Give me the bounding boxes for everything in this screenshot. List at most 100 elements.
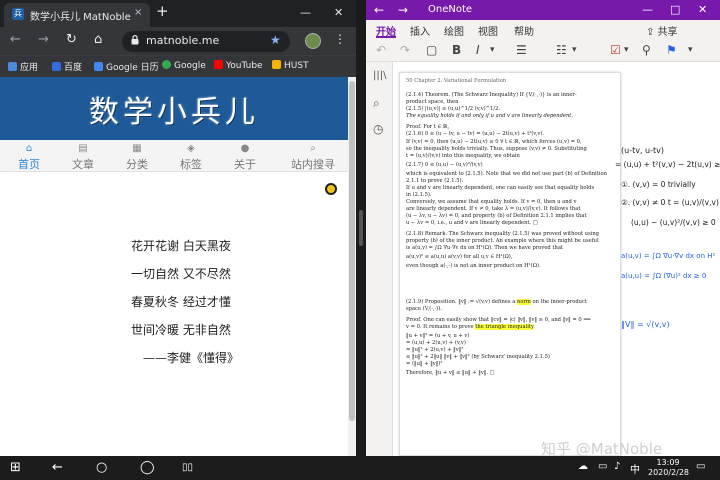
nav-search[interactable]: ⌕ 站内搜寻: [278, 140, 348, 172]
start-button[interactable]: ⊞: [10, 460, 21, 475]
bookmark-baidu[interactable]: 百度: [52, 60, 82, 73]
tab-help[interactable]: 帮助: [514, 23, 534, 38]
maximize-button[interactable]: □: [670, 3, 680, 16]
ribbon-tabs: 开始 插入 绘图 视图 帮助 ⇪ 共享: [366, 20, 720, 38]
chrome-menu-icon[interactable]: ⋮: [334, 32, 346, 46]
pdf-line: ≤ ‖u‖² + 2‖u‖ ‖v‖ + ‖v‖² (by Schwarz' in…: [406, 354, 550, 360]
tablet-back-button[interactable]: ←: [52, 460, 63, 475]
tab-strip: 兵 数学小兵儿 MatNoble × + — ✕: [0, 0, 356, 27]
pdf-header: 50 Chapter 2. Variational Formulation: [406, 78, 507, 84]
nav-home[interactable]: ⌂ 首页: [0, 140, 58, 172]
pdf-line: in (2.1.5).: [406, 192, 432, 198]
pdf-line: Proof. One can easily show that ‖cv‖ = |…: [406, 317, 591, 323]
close-tab-icon[interactable]: ×: [134, 7, 142, 18]
baidu-icon: [52, 62, 61, 71]
clipboard-icon[interactable]: ▢: [426, 43, 437, 57]
cortana-button[interactable]: ◯: [140, 460, 155, 475]
new-tab-button[interactable]: +: [156, 4, 169, 19]
nav-tags[interactable]: ◈ 标签: [162, 140, 220, 172]
ink-annotation[interactable]: ①. (v,v) = 0 trivially: [621, 180, 696, 189]
ink-annotation[interactable]: (u,u) − (u,v)²/(v,v) ≥ 0: [631, 218, 716, 227]
bookmark-apps[interactable]: 应用: [8, 60, 38, 73]
theme-toggle-sun-icon[interactable]: [325, 183, 337, 195]
search-button[interactable]: ○: [96, 460, 107, 475]
tab-home[interactable]: 开始: [376, 23, 396, 38]
close-window-button[interactable]: ✕: [334, 6, 343, 19]
snap-divider[interactable]: [356, 0, 366, 456]
list-dropdown[interactable]: ▾: [572, 43, 577, 57]
tag-icon: ◈: [187, 143, 195, 154]
apps-grid-icon: [8, 62, 17, 71]
tag-checkbox-icon[interactable]: ☑: [610, 43, 621, 57]
ink-annotation[interactable]: = (u,u) + t²(v,v) − 2t(u,v) ≥ 0: [615, 160, 720, 169]
reload-button[interactable]: ↻: [66, 33, 77, 47]
profile-avatar[interactable]: [305, 33, 321, 49]
forward-arrow-icon[interactable]: →: [398, 3, 408, 17]
windows-taskbar: ⊞ ← ○ ◯ ▯▯ ☁ ▭ ♪ 中 13:09 2020/2/28 ▭: [0, 456, 720, 480]
recent-clock-icon[interactable]: ◷: [373, 122, 383, 136]
bookmark-star-icon[interactable]: ★: [270, 33, 281, 47]
close-window-button[interactable]: ✕: [698, 3, 707, 16]
numbered-list-icon[interactable]: ☷: [556, 43, 567, 57]
back-button[interactable]: ←: [10, 33, 21, 47]
share-icon: ⇪: [646, 27, 658, 38]
notification-center-icon[interactable]: ▭: [696, 461, 705, 472]
back-arrow-icon[interactable]: ←: [374, 3, 384, 17]
overflow-dropdown[interactable]: ▾: [688, 43, 693, 57]
forward-button[interactable]: →: [38, 33, 49, 47]
bookmark-google-calendar[interactable]: Google 日历: [94, 60, 159, 73]
pdf-line: = (‖u‖ + ‖v‖)²: [406, 361, 443, 367]
home-button[interactable]: ⌂: [94, 33, 102, 47]
bookmarks-bar: 应用 百度 Google 日历 Google YouTube HUST: [0, 55, 356, 77]
share-button[interactable]: ⇪ 共享: [646, 23, 678, 38]
italic-button[interactable]: I: [476, 43, 480, 57]
volume-icon[interactable]: ♪: [614, 461, 620, 472]
minimize-button[interactable]: —: [300, 6, 311, 19]
ink-annotation[interactable]: (u-tv, u-tv): [621, 146, 664, 155]
nav-about[interactable]: ● 关于: [216, 140, 274, 172]
task-view-button[interactable]: ▯▯: [182, 460, 193, 475]
battery-icon[interactable]: ▭: [598, 461, 607, 472]
redo-icon[interactable]: ↷: [400, 43, 410, 57]
bookmark-hust[interactable]: HUST: [272, 60, 309, 71]
nav-categories[interactable]: ▦ 分类: [108, 140, 166, 172]
more-format-dropdown[interactable]: ▾: [490, 43, 495, 57]
address-bar[interactable]: matnoble.me ★: [122, 31, 290, 52]
ink-annotation[interactable]: a(u,v) = ∫Ω ∇u·∇v dx on H¹: [621, 252, 715, 260]
find-icon[interactable]: ⚲: [642, 43, 651, 57]
undo-icon[interactable]: ↶: [376, 43, 386, 57]
flag-icon[interactable]: ⚑: [666, 43, 677, 57]
pdf-printout: 50 Chapter 2. Variational Formulation (2…: [399, 72, 621, 456]
google-icon: [162, 60, 171, 69]
bullet-list-icon[interactable]: ☰: [516, 43, 527, 57]
pdf-line: are linearly dependent. If v ≠ 0, take λ…: [406, 206, 581, 212]
pdf-line: space (V,(·,·)).: [406, 306, 442, 312]
input-method-icon[interactable]: 中: [630, 461, 640, 476]
folder-icon: [272, 60, 281, 69]
ink-annotation[interactable]: a(u,u) = ∫Ω (∇u)² dx ≥ 0: [621, 272, 706, 280]
notebooks-icon[interactable]: |||\: [373, 70, 386, 81]
tab-insert[interactable]: 插入: [410, 23, 430, 38]
ink-annotation[interactable]: ‖V‖ = √(v,v): [621, 320, 670, 329]
system-clock[interactable]: 13:09 2020/2/28: [648, 458, 689, 478]
bookmark-google[interactable]: Google: [162, 60, 206, 71]
browser-tab[interactable]: 兵 数学小兵儿 MatNoble ×: [4, 3, 150, 27]
scrollbar-thumb[interactable]: [349, 81, 355, 421]
site-title[interactable]: 数学小兵儿: [0, 87, 348, 131]
search-icon[interactable]: ⌕: [373, 96, 380, 111]
tab-draw[interactable]: 绘图: [444, 23, 464, 38]
page-scrollbar[interactable]: [348, 77, 356, 456]
onedrive-icon[interactable]: ☁: [578, 461, 588, 472]
nav-posts[interactable]: ▤ 文章: [54, 140, 112, 172]
tab-view[interactable]: 视图: [478, 23, 498, 38]
bookmark-youtube[interactable]: YouTube: [214, 60, 263, 71]
pdf-line: = (u,u) + 2(u,v) + (v,v): [406, 340, 466, 346]
tag-dropdown[interactable]: ▾: [624, 43, 629, 57]
snap-grip-handle[interactable]: [359, 210, 363, 246]
onenote-window: ← → OneNote — □ ✕ 开始 插入 绘图 视图 帮助 ⇪ 共享 ↶ …: [366, 0, 720, 456]
minimize-button[interactable]: —: [642, 3, 653, 16]
ink-annotation[interactable]: ②. (v,v) ≠ 0 t = (u,v)/(v,v): [621, 198, 719, 207]
bold-button[interactable]: B: [452, 43, 461, 57]
note-page-canvas[interactable]: 50 Chapter 2. Variational Formulation (2…: [393, 62, 720, 456]
pdf-line: which is equivalent to (2.1.5). Note tha…: [406, 171, 607, 177]
